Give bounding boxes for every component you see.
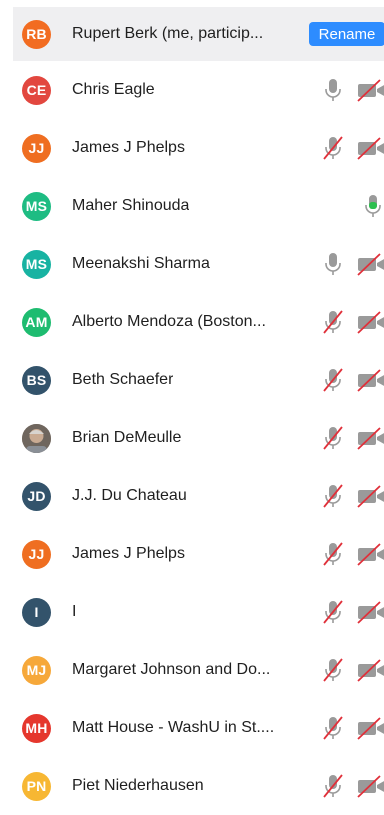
participant-row[interactable]: PN Piet Niederhausen: [0, 757, 384, 815]
video-off-icon[interactable]: [356, 77, 384, 103]
avatar: JD: [22, 481, 51, 511]
participant-name: Rupert Berk (me, particip...: [72, 25, 264, 42]
microphone-muted-icon[interactable]: [322, 309, 344, 335]
microphone-muted-icon[interactable]: [322, 425, 344, 451]
participant-name: Beth Schaefer: [72, 371, 174, 388]
participant-row-self[interactable]: RB Rupert Berk (me, particip... Rename: [13, 7, 384, 61]
avatar: JJ: [22, 133, 51, 163]
avatar: BS: [22, 365, 51, 395]
microphone-muted-icon[interactable]: [322, 541, 344, 567]
video-off-icon[interactable]: [356, 483, 384, 509]
participant-name: James J Phelps: [72, 139, 185, 156]
participant-name: I: [72, 603, 77, 620]
video-off-icon[interactable]: [356, 309, 384, 335]
avatar: JJ: [22, 539, 51, 569]
rename-button[interactable]: Rename: [309, 22, 384, 46]
participant-row[interactable]: MS Maher Shinouda: [0, 177, 384, 235]
avatar: MS: [22, 191, 51, 221]
participant-row[interactable]: JD J.J. Du Chateau: [0, 467, 384, 525]
participant-name: Matt House - WashU in St....: [72, 719, 275, 736]
avatar: I: [22, 597, 51, 627]
participant-name: Piet Niederhausen: [72, 777, 204, 794]
participants-list: RB Rupert Berk (me, particip... Rename C…: [0, 0, 384, 801]
microphone-muted-icon[interactable]: [322, 367, 344, 393]
video-off-icon[interactable]: [356, 251, 384, 277]
participant-name: J.J. Du Chateau: [72, 487, 187, 504]
participant-name: Alberto Mendoza (Boston...: [72, 313, 266, 330]
microphone-icon[interactable]: [322, 77, 344, 103]
participant-name: Brian DeMeulle: [72, 429, 182, 446]
participant-row[interactable]: CE Chris Eagle: [0, 61, 384, 119]
participant-name: Chris Eagle: [72, 81, 155, 98]
avatar: MJ: [22, 655, 51, 685]
participant-row[interactable]: II: [0, 583, 384, 641]
person-photo-icon: [22, 423, 51, 453]
avatar: RB: [22, 19, 51, 49]
video-off-icon[interactable]: [356, 367, 384, 393]
video-off-icon[interactable]: [356, 541, 384, 567]
avatar: PN: [22, 771, 51, 801]
video-off-icon[interactable]: [356, 599, 384, 625]
video-off-icon[interactable]: [356, 773, 384, 799]
avatar: AM: [22, 307, 51, 337]
participant-name: Margaret Johnson and Do...: [72, 661, 271, 678]
participant-row[interactable]: MS Meenakshi Sharma: [0, 235, 384, 293]
avatar: MH: [22, 713, 51, 743]
participant-row[interactable]: JJ James J Phelps: [0, 525, 384, 583]
participant-name: Meenakshi Sharma: [72, 255, 210, 272]
video-off-icon[interactable]: [356, 657, 384, 683]
avatar-photo: [22, 423, 51, 453]
video-off-icon[interactable]: [356, 715, 384, 741]
microphone-muted-icon[interactable]: [322, 715, 344, 741]
video-off-icon[interactable]: [356, 425, 384, 451]
video-off-icon[interactable]: [356, 135, 384, 161]
participant-name: James J Phelps: [72, 545, 185, 562]
microphone-muted-icon[interactable]: [322, 657, 344, 683]
participant-row[interactable]: AM Alberto Mendoza (Boston...: [0, 293, 384, 351]
participant-name: Maher Shinouda: [72, 197, 190, 214]
microphone-muted-icon[interactable]: [322, 483, 344, 509]
participant-row[interactable]: MJ Margaret Johnson and Do...: [0, 641, 384, 699]
microphone-muted-icon[interactable]: [322, 599, 344, 625]
avatar: CE: [22, 75, 51, 105]
participant-row[interactable]: MH Matt House - WashU in St....: [0, 699, 384, 757]
microphone-muted-icon[interactable]: [322, 773, 344, 799]
participant-row[interactable]: JJ James J Phelps: [0, 119, 384, 177]
participant-row[interactable]: Brian DeMeulle: [0, 409, 384, 467]
participant-row[interactable]: BS Beth Schaefer: [0, 351, 384, 409]
microphone-speaking-icon[interactable]: [362, 193, 384, 219]
microphone-icon[interactable]: [322, 251, 344, 277]
avatar: MS: [22, 249, 51, 279]
microphone-muted-icon[interactable]: [322, 135, 344, 161]
